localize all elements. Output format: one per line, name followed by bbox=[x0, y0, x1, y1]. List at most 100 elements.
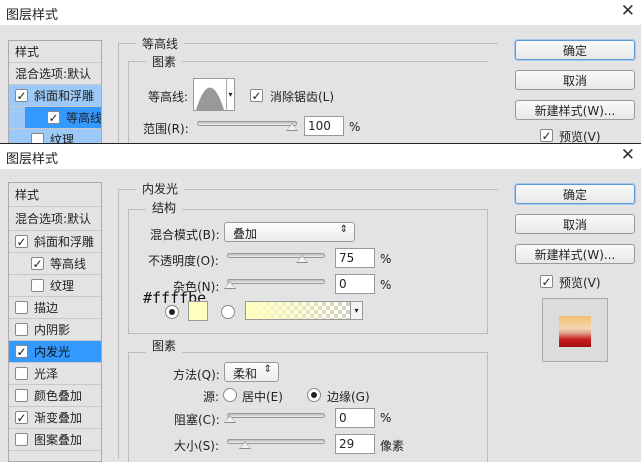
style-item-inner-shadow[interactable]: 内阴影 bbox=[9, 319, 101, 341]
checkbox[interactable] bbox=[31, 279, 44, 292]
elements-group bbox=[128, 61, 488, 151]
gradient-radio[interactable] bbox=[221, 305, 235, 319]
item-label: 图案叠加 bbox=[34, 433, 83, 447]
ok-button[interactable]: 确定 bbox=[515, 40, 635, 60]
source-center-radio[interactable] bbox=[223, 388, 237, 402]
checkbox[interactable] bbox=[15, 323, 28, 336]
source-edge-label: 边缘(G) bbox=[327, 390, 370, 404]
preview-checkbox[interactable]: ✓ bbox=[540, 275, 553, 288]
noise-unit: % bbox=[380, 278, 392, 292]
checkbox[interactable]: ✓ bbox=[31, 257, 44, 270]
source-label: 源: bbox=[203, 390, 220, 404]
checkbox[interactable]: ✓ bbox=[15, 345, 28, 358]
item-label: 混合选项:默认 bbox=[15, 67, 92, 81]
size-label: 大小(S): bbox=[174, 439, 220, 453]
method-label: 方法(Q): bbox=[173, 368, 220, 382]
gradient-picker[interactable]: ▾ bbox=[245, 301, 363, 320]
close-icon[interactable]: ✕ bbox=[621, 1, 635, 21]
anti-alias-label: 消除锯齿(L) bbox=[270, 90, 335, 104]
style-item-satin[interactable]: 光泽 bbox=[9, 363, 101, 385]
choke-slider[interactable] bbox=[224, 413, 325, 423]
styles-list: 样式 混合选项:默认 ✓ 斜面和浮雕 ✓ 等高线 纹理 描边 内阴影 ✓ 内发光 光泽… bbox=[8, 182, 102, 462]
item-label: 颜色叠加 bbox=[34, 389, 83, 403]
chevron-down-icon[interactable]: ▾ bbox=[350, 302, 362, 319]
choke-label: 阻塞(C): bbox=[174, 413, 220, 427]
checkbox[interactable] bbox=[15, 367, 28, 380]
close-icon[interactable]: ✕ bbox=[621, 145, 635, 165]
range-slider[interactable] bbox=[197, 121, 298, 131]
style-item-bevel[interactable]: ✓ 斜面和浮雕 bbox=[9, 231, 101, 253]
style-item-pattern-overlay[interactable]: 图案叠加 bbox=[9, 429, 101, 451]
contour-picker[interactable]: ▾ bbox=[193, 78, 235, 111]
slider-thumb[interactable] bbox=[224, 415, 236, 423]
dialog-title: 图层样式 bbox=[6, 152, 59, 167]
checkbox[interactable]: ✓ bbox=[15, 89, 28, 102]
range-input[interactable]: 100 bbox=[304, 116, 344, 136]
method-select[interactable]: 柔和 ⇕ bbox=[224, 362, 279, 382]
item-label: 光泽 bbox=[34, 367, 59, 381]
new-style-button[interactable]: 新建样式(W)... bbox=[515, 100, 635, 120]
checkbox[interactable] bbox=[15, 433, 28, 446]
section-title: 等高线 bbox=[136, 35, 185, 52]
slider-thumb[interactable] bbox=[224, 281, 236, 289]
range-unit: % bbox=[349, 120, 361, 134]
slider-thumb[interactable] bbox=[286, 123, 298, 131]
item-label: 等高线 bbox=[50, 257, 87, 271]
section-title: 内发光 bbox=[136, 180, 185, 197]
slider-thumb[interactable] bbox=[296, 255, 308, 263]
size-input[interactable]: 29 bbox=[335, 434, 375, 454]
cancel-button[interactable]: 取消 bbox=[515, 214, 635, 234]
item-label: 纹理 bbox=[50, 279, 75, 293]
item-label: 描边 bbox=[34, 301, 59, 315]
contour-label: 等高线: bbox=[148, 90, 189, 104]
preview-label: 预览(V) bbox=[559, 276, 601, 290]
styles-header[interactable]: 样式 bbox=[9, 41, 101, 63]
noise-input[interactable]: 0 bbox=[335, 274, 375, 294]
source-edge-radio[interactable] bbox=[307, 388, 321, 402]
cancel-button[interactable]: 取消 bbox=[515, 70, 635, 90]
style-item-blending[interactable]: 混合选项:默认 bbox=[9, 207, 101, 231]
style-item-inner-glow[interactable]: ✓ 内发光 bbox=[9, 341, 101, 363]
checkbox[interactable] bbox=[15, 301, 28, 314]
checkbox[interactable] bbox=[15, 389, 28, 402]
group-title: 图素 bbox=[146, 53, 183, 70]
style-item-color-overlay[interactable]: 颜色叠加 bbox=[9, 385, 101, 407]
chevron-down-icon[interactable]: ▾ bbox=[226, 79, 234, 110]
style-item-contour[interactable]: ✓ 等高线 bbox=[9, 107, 101, 129]
blend-mode-select[interactable]: 叠加 ⇕ bbox=[224, 222, 355, 242]
styles-header[interactable]: 样式 bbox=[9, 183, 101, 207]
preview-checkbox[interactable]: ✓ bbox=[540, 129, 553, 142]
checkbox[interactable]: ✓ bbox=[15, 411, 28, 424]
choke-input[interactable]: 0 bbox=[335, 408, 375, 428]
style-item-texture[interactable]: 纹理 bbox=[9, 275, 101, 297]
style-item-contour[interactable]: ✓ 等高线 bbox=[9, 253, 101, 275]
solid-color-radio[interactable] bbox=[165, 305, 179, 319]
style-item-bevel[interactable]: ✓ 斜面和浮雕 bbox=[9, 85, 101, 107]
size-slider[interactable] bbox=[227, 439, 325, 449]
opacity-unit: % bbox=[380, 252, 392, 266]
select-value: 柔和 bbox=[233, 367, 258, 381]
checkbox[interactable]: ✓ bbox=[15, 235, 28, 248]
style-item-gradient-overlay[interactable]: ✓ 渐变叠加 bbox=[9, 407, 101, 429]
glow-color-swatch[interactable] bbox=[188, 301, 208, 321]
slider-thumb[interactable] bbox=[239, 441, 251, 449]
item-label: 内阴影 bbox=[34, 323, 71, 337]
style-item-blending[interactable]: 混合选项:默认 bbox=[9, 63, 101, 85]
dialog-title: 图层样式 bbox=[6, 8, 59, 23]
opacity-slider[interactable] bbox=[227, 253, 325, 263]
new-style-button[interactable]: 新建样式(W)... bbox=[515, 244, 635, 264]
opacity-input[interactable]: 75 bbox=[335, 248, 375, 268]
style-item-stroke[interactable]: 描边 bbox=[9, 297, 101, 319]
choke-unit: % bbox=[380, 411, 392, 425]
anti-alias-checkbox[interactable]: ✓ bbox=[250, 89, 263, 102]
noise-slider[interactable] bbox=[224, 279, 325, 289]
preview-thumbnail bbox=[559, 316, 591, 347]
item-label: 渐变叠加 bbox=[34, 411, 83, 425]
opacity-label: 不透明度(O): bbox=[148, 254, 219, 268]
item-label: 混合选项:默认 bbox=[15, 212, 92, 226]
checkbox[interactable]: ✓ bbox=[47, 111, 60, 124]
ok-button[interactable]: 确定 bbox=[515, 184, 635, 204]
title-bar: 图层样式 ✕ bbox=[0, 0, 641, 25]
source-center-label: 居中(E) bbox=[242, 390, 283, 404]
range-label: 范围(R): bbox=[143, 122, 189, 136]
